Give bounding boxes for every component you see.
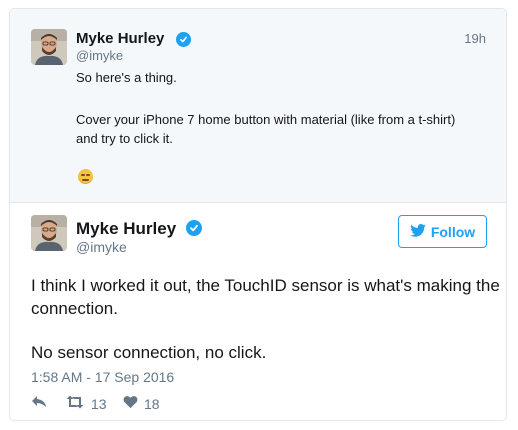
like-count: 18: [144, 395, 160, 412]
expressionless-face-icon: [78, 169, 93, 184]
parent-time[interactable]: 19h: [464, 31, 486, 46]
verified-icon: [176, 32, 191, 47]
parent-tweet[interactable]: Myke Hurley @imyke 19h So here's a thing…: [10, 9, 506, 203]
parent-tweet-text-line: So here's a thing.: [76, 70, 177, 85]
heart-icon: [123, 395, 138, 412]
main-author-name[interactable]: Myke Hurley: [76, 219, 176, 239]
main-tweet-text-line: I think I worked it out, the TouchID sen…: [31, 276, 500, 295]
avatar[interactable]: [31, 29, 67, 65]
tweet-timestamp[interactable]: 1:58 AM - 17 Sep 2016: [31, 369, 174, 385]
retweet-button[interactable]: 13: [65, 395, 107, 412]
twitter-bird-icon: [410, 223, 426, 240]
follow-button[interactable]: Follow: [398, 215, 487, 248]
reply-button[interactable]: [31, 395, 47, 412]
main-author-handle[interactable]: @imyke: [76, 239, 127, 255]
like-button[interactable]: 18: [123, 395, 160, 412]
parent-tweet-text-line: and try to click it.: [76, 131, 173, 146]
follow-label: Follow: [430, 223, 476, 240]
retweet-count: 13: [91, 395, 107, 412]
embedded-tweet-card: Myke Hurley @imyke 19h So here's a thing…: [9, 8, 507, 421]
parent-author-handle[interactable]: @imyke: [76, 48, 123, 63]
retweet-icon: [65, 395, 85, 412]
verified-icon: [186, 220, 202, 236]
main-tweet-text-line: No sensor connection, no click.: [31, 343, 267, 362]
parent-author-name[interactable]: Myke Hurley: [76, 30, 164, 47]
parent-tweet-text-line: Cover your iPhone 7 home button with mat…: [76, 112, 456, 127]
main-tweet-text-line: connection.: [31, 299, 118, 318]
reply-icon: [31, 395, 47, 412]
avatar[interactable]: [31, 215, 67, 251]
